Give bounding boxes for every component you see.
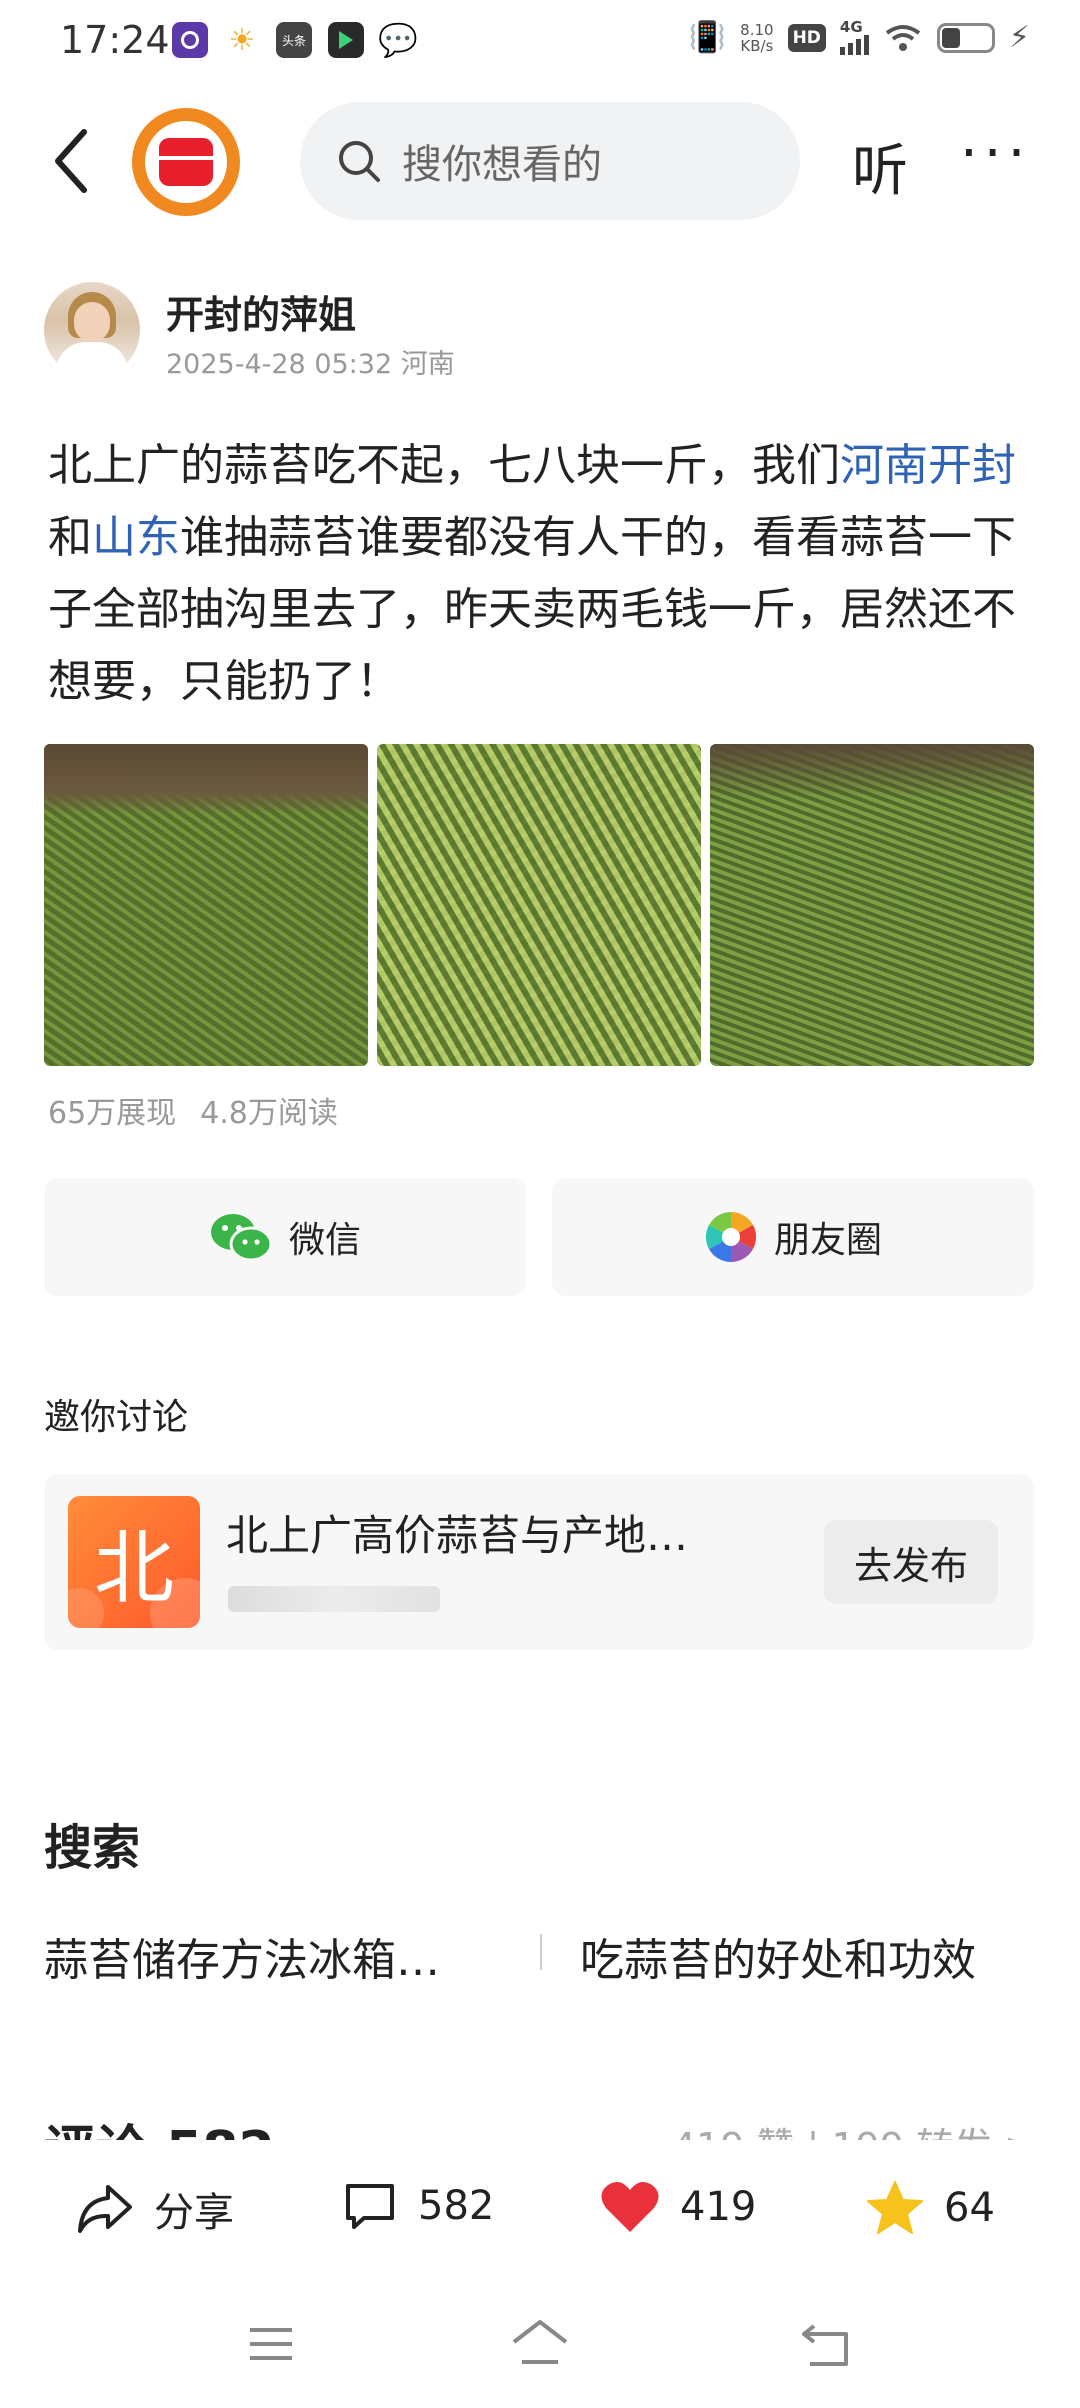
- post-stats: 65万展现 4.8万阅读: [48, 1088, 338, 1132]
- comment-icon: [346, 2184, 394, 2229]
- battery-icon: [936, 22, 995, 53]
- discussion-topic: 北上广高价蒜苔与产地…: [226, 1511, 689, 1560]
- signal-icon: 4G: [839, 18, 869, 55]
- like-count: 419: [680, 2184, 757, 2230]
- post-text-part: 谁抽蒜苔谁要都没有人干的，看看蒜苔一下子全部抽沟里去了，昨天卖两毛钱一斤，居然还…: [48, 512, 1016, 707]
- favorite-action[interactable]: 64: [866, 2180, 995, 2236]
- author-name[interactable]: 开封的萍姐: [166, 284, 356, 339]
- search-icon: [339, 141, 380, 182]
- post-datetime: 2025-4-28 05:32: [166, 349, 393, 380]
- discussion-title: 邀你讨论: [44, 1397, 189, 1438]
- status-notification-icons: ☀ 头条 💬: [172, 21, 418, 59]
- top-bar: 搜你想看的 听 ···: [0, 96, 1080, 226]
- comment-count: 582: [418, 2183, 495, 2229]
- search-section-title: 搜索: [44, 1820, 141, 1876]
- share-action[interactable]: 分享: [76, 2180, 234, 2238]
- vibrate-icon: 📳: [688, 20, 727, 55]
- wechat-icon: [210, 1214, 273, 1262]
- wifi-icon: [885, 24, 921, 51]
- app-logo[interactable]: [132, 108, 240, 216]
- post-location: 河南: [400, 349, 455, 380]
- post-image-1[interactable]: [44, 744, 368, 1066]
- video-app-icon: [328, 22, 364, 58]
- post-image-2[interactable]: [377, 744, 701, 1066]
- red-bag-icon: [159, 138, 213, 186]
- menu-icon[interactable]: [248, 2324, 294, 2364]
- network-type: 4G: [839, 18, 863, 36]
- heart-icon: [601, 2181, 659, 2232]
- author-avatar[interactable]: [44, 282, 140, 378]
- impressions-count: 65万展现: [48, 1096, 177, 1131]
- publish-button[interactable]: 去发布: [824, 1520, 998, 1604]
- camera-app-icon: [172, 22, 208, 58]
- share-moments-label: 朋友圈: [773, 1220, 882, 1261]
- image-gallery: [44, 744, 1034, 1066]
- post-meta: 2025-4-28 05:32 河南: [166, 342, 455, 381]
- post-text-part: 和: [48, 512, 92, 563]
- home-icon[interactable]: [510, 2318, 570, 2368]
- search-suggestion[interactable]: 蒜苔储存方法冰箱…: [44, 1924, 440, 1988]
- comment-action[interactable]: 582: [342, 2180, 494, 2232]
- status-system-icons: 📳 8.10 KB/s HD 4G ⚡: [689, 20, 1030, 55]
- weather-sun-icon: ☀: [228, 22, 256, 58]
- share-action-label: 分享: [154, 2190, 234, 2236]
- location-link-shandong[interactable]: 山东: [92, 512, 180, 563]
- back-arrow-icon[interactable]: [48, 126, 98, 196]
- post-text-part: 北上广的蒜苔吃不起，七八块一斤，我们: [48, 440, 840, 491]
- search-placeholder: 搜你想看的: [402, 142, 602, 188]
- post-image-3[interactable]: [710, 744, 1034, 1066]
- listen-button[interactable]: 听: [852, 126, 908, 207]
- post-body: 北上广的蒜苔吃不起，七八块一斤，我们河南开封和山东谁抽蒜苔谁要都没有人干的，看看…: [48, 430, 1033, 718]
- status-time: 17:24: [60, 18, 170, 62]
- network-speed-value: 8.10: [740, 20, 774, 39]
- discussion-subtitle-placeholder: [228, 1586, 440, 1612]
- hd-badge: HD: [787, 23, 826, 52]
- search-suggestion[interactable]: 吃蒜苔的好处和功效: [580, 1924, 976, 1988]
- suggestion-divider: [540, 1934, 542, 1970]
- network-speed-unit: KB/s: [740, 36, 774, 55]
- like-action[interactable]: 419: [600, 2180, 756, 2234]
- search-box[interactable]: 搜你想看的: [300, 102, 800, 220]
- discussion-card[interactable]: 北 北上广高价蒜苔与产地… 去发布: [44, 1474, 1034, 1650]
- more-options-button[interactable]: ···: [960, 126, 1031, 182]
- favorite-count: 64: [944, 2185, 995, 2231]
- share-wechat-label: 微信: [288, 1220, 361, 1261]
- reads-count: 4.8万阅读: [200, 1096, 338, 1131]
- location-link-henan-kaifeng[interactable]: 河南开封: [840, 440, 1016, 491]
- network-speed: 8.10 KB/s: [740, 22, 773, 54]
- moments-aperture-icon: [705, 1211, 757, 1263]
- share-wechat-button[interactable]: 微信: [44, 1178, 526, 1296]
- status-bar: 17:24 ☀ 头条 💬 📳 8.10 KB/s HD 4G ⚡: [0, 0, 1080, 84]
- bottom-action-bar: 分享 582 419 64: [0, 2140, 1080, 2280]
- system-navigation-bar: [0, 2282, 1080, 2408]
- author-header: 开封的萍姐 2025-4-28 05:32 河南: [44, 280, 1044, 380]
- topic-badge-icon: 北: [68, 1496, 200, 1628]
- share-arrow-icon: [78, 2185, 132, 2233]
- charging-icon: ⚡: [1008, 20, 1030, 55]
- star-icon: [867, 2181, 923, 2234]
- news-app-icon: 头条: [276, 22, 312, 58]
- message-bubble-icon: 💬: [378, 21, 418, 59]
- system-back-icon[interactable]: [800, 2322, 850, 2368]
- share-moments-button[interactable]: 朋友圈: [552, 1178, 1034, 1296]
